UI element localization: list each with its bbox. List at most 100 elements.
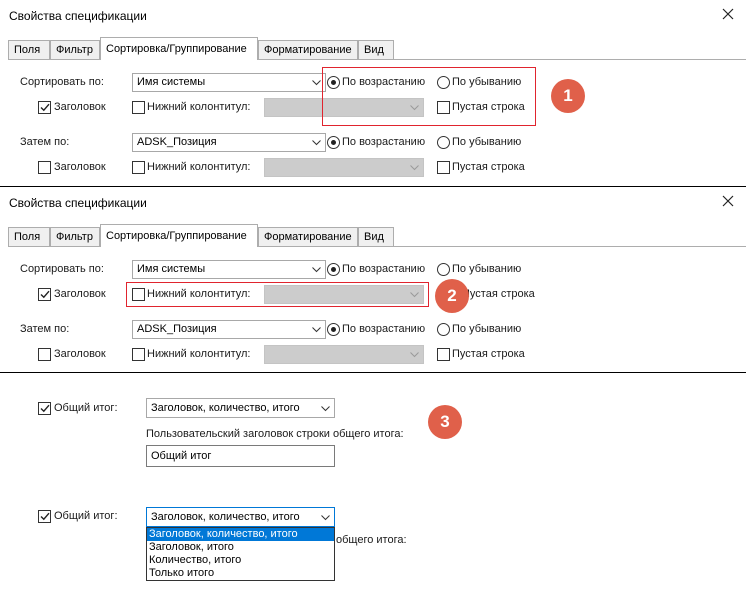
tab-view[interactable]: Вид (358, 40, 394, 59)
then-blank-line-label: Пустая строка (452, 161, 525, 173)
option-header-total[interactable]: Заголовок, итого (147, 541, 334, 554)
tab-formatting[interactable]: Форматирование (258, 227, 358, 246)
ascending-radio[interactable] (327, 263, 340, 276)
then-descending-label: По убыванию (452, 323, 522, 335)
tab-sorting-grouping[interactable]: Сортировка/Группирование (100, 37, 258, 60)
then-by-label: Затем по: (20, 323, 70, 335)
header-label: Заголовок (54, 101, 106, 113)
tab-filter[interactable]: Фильтр (50, 40, 100, 59)
then-ascending-radio[interactable] (327, 136, 340, 149)
dialog-panel-2: Свойства спецификации Поля Фильтр Сортир… (0, 186, 746, 373)
custom-title-input[interactable]: Общий итог (146, 445, 335, 467)
chevron-down-icon (410, 352, 419, 358)
callout-badge-1: 1 (551, 79, 585, 113)
sort-by-label: Сортировать по: (20, 263, 104, 275)
option-total-only[interactable]: Только итого (147, 567, 334, 580)
chevron-down-icon (312, 80, 321, 86)
grand-total-value: Заголовок, количество, итого (151, 402, 300, 414)
grand-total-label-open: Общий итог: (54, 510, 118, 522)
chevron-down-icon (312, 327, 321, 333)
header-checkbox[interactable] (38, 101, 51, 114)
checkmark-icon (40, 512, 50, 521)
descending-label: По убыванию (452, 263, 522, 275)
grand-total-checkbox-open[interactable] (38, 510, 51, 523)
dialog-title: Свойства спецификации (9, 196, 147, 210)
blank-line-label: Пустая строка (462, 288, 535, 300)
then-ascending-label: По возрастанию (342, 323, 426, 335)
then-footer-label: Нижний колонтитул: (147, 348, 251, 360)
tab-view[interactable]: Вид (358, 227, 394, 246)
sort-by-dropdown[interactable]: Имя системы (132, 260, 326, 279)
then-footer-checkbox[interactable] (132, 161, 145, 174)
then-by-label: Затем по: (20, 136, 70, 148)
title-bar: Свойства спецификации (0, 0, 746, 30)
chevron-down-icon (312, 140, 321, 146)
chevron-down-icon (321, 406, 330, 412)
tab-filter[interactable]: Фильтр (50, 227, 100, 246)
then-footer-dropdown[interactable] (264, 158, 424, 177)
option-qty-total[interactable]: Количество, итого (147, 554, 334, 567)
custom-title-label: Пользовательский заголовок строки общего… (146, 428, 404, 440)
grand-total-options-list[interactable]: Заголовок, количество, итого Заголовок, … (146, 527, 335, 581)
tab-fields[interactable]: Поля (8, 227, 50, 246)
then-ascending-label: По возрастанию (342, 136, 426, 148)
custom-title-label-partial: общего итога: (336, 534, 407, 546)
callout-badge-3: 3 (428, 405, 462, 439)
footer-label: Нижний колонтитул: (147, 101, 251, 113)
then-blank-line-label: Пустая строка (452, 348, 525, 360)
tab-strip: Поля Фильтр Сортировка/Группирование Фор… (8, 224, 746, 247)
option-header-qty-total[interactable]: Заголовок, количество, итого (147, 528, 334, 541)
then-by-dropdown[interactable]: ADSK_Позиция (132, 133, 326, 152)
then-footer-label: Нижний колонтитул: (147, 161, 251, 173)
grand-total-dropdown-open[interactable]: Заголовок, количество, итого (146, 507, 335, 527)
header-label: Заголовок (54, 288, 106, 300)
sort-by-label: Сортировать по: (20, 76, 104, 88)
checkmark-icon (40, 103, 50, 112)
grand-total-checkbox[interactable] (38, 402, 51, 415)
checkmark-icon (40, 290, 50, 299)
chevron-down-icon (312, 267, 321, 273)
grand-total-value-open: Заголовок, количество, итого (151, 511, 300, 523)
chevron-down-icon (410, 165, 419, 171)
then-header-label: Заголовок (54, 161, 106, 173)
grand-total-dropdown[interactable]: Заголовок, количество, итого (146, 398, 335, 418)
header-checkbox[interactable] (38, 288, 51, 301)
then-descending-radio[interactable] (437, 136, 450, 149)
then-header-checkbox[interactable] (38, 161, 51, 174)
then-ascending-radio[interactable] (327, 323, 340, 336)
callout-badge-2: 2 (435, 279, 469, 313)
then-by-value: ADSK_Позиция (137, 323, 217, 335)
tab-sorting-grouping[interactable]: Сортировка/Группирование (100, 224, 258, 247)
highlight-box-1 (322, 67, 536, 126)
sort-by-dropdown[interactable]: Имя системы (132, 73, 326, 92)
then-by-value: ADSK_Позиция (137, 136, 217, 148)
then-descending-radio[interactable] (437, 323, 450, 336)
then-blank-line-checkbox[interactable] (437, 161, 450, 174)
tab-formatting[interactable]: Форматирование (258, 40, 358, 59)
tab-strip: Поля Фильтр Сортировка/Группирование Фор… (8, 37, 746, 60)
title-bar: Свойства спецификации (0, 187, 746, 217)
chevron-down-icon (321, 515, 330, 521)
dialog-title: Свойства спецификации (9, 9, 147, 23)
highlight-box-2 (126, 282, 429, 307)
then-blank-line-checkbox[interactable] (437, 348, 450, 361)
close-icon[interactable] (720, 193, 736, 209)
then-header-label: Заголовок (54, 348, 106, 360)
close-icon[interactable] (720, 6, 736, 22)
footer-checkbox[interactable] (132, 101, 145, 114)
section-divider (0, 372, 746, 373)
then-header-checkbox[interactable] (38, 348, 51, 361)
grand-total-label: Общий итог: (54, 402, 118, 414)
tab-fields[interactable]: Поля (8, 40, 50, 59)
then-footer-checkbox[interactable] (132, 348, 145, 361)
sort-content: Сортировать по: Имя системы По возрастан… (8, 247, 746, 372)
then-footer-dropdown[interactable] (264, 345, 424, 364)
then-by-dropdown[interactable]: ADSK_Позиция (132, 320, 326, 339)
checkmark-icon (40, 404, 50, 413)
sort-by-value: Имя системы (137, 263, 206, 275)
ascending-label: По возрастанию (342, 263, 426, 275)
dialog-panel-1: Свойства спецификации Поля Фильтр Сортир… (0, 0, 746, 190)
sort-by-value: Имя системы (137, 76, 206, 88)
descending-radio[interactable] (437, 263, 450, 276)
then-descending-label: По убыванию (452, 136, 522, 148)
